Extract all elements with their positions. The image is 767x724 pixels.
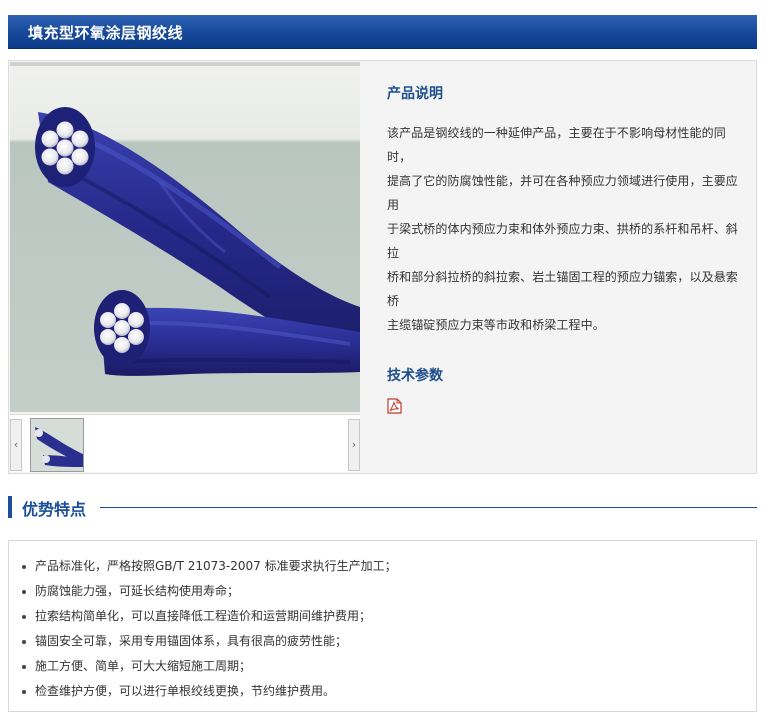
page-title: 填充型环氧涂层钢绞线 bbox=[28, 24, 184, 42]
steel-strand-illustration bbox=[10, 62, 360, 412]
thumbnail-image bbox=[31, 419, 83, 471]
description-line: 该产品是钢绞线的一种延伸产品，主要在于不影响母材性能的同时， bbox=[387, 126, 726, 164]
description-line: 提高了它的防腐蚀性能，并可在各种预应力领域进行使用，主要应用 bbox=[387, 174, 738, 212]
list-item: 防腐蚀能力强，可延长结构使用寿命； bbox=[21, 579, 397, 604]
description-text: 该产品是钢绞线的一种延伸产品，主要在于不影响母材性能的同时， 提高了它的防腐蚀性… bbox=[387, 121, 749, 337]
description-line: 桥和部分斜拉桥的斜拉索、岩土锚固工程的预应力锚索，以及悬索桥 bbox=[387, 270, 738, 308]
advantages-title: 优势特点 bbox=[22, 500, 87, 519]
list-item: 锚固安全可靠，采用专用锚固体系，具有很高的疲劳性能； bbox=[21, 629, 397, 654]
advantages-panel: 产品标准化，严格按照GB/T 21073-2007 标准要求执行生产加工； 防腐… bbox=[8, 540, 757, 712]
list-item: 施工方便、简单，可大大缩短施工周期； bbox=[21, 654, 397, 679]
page-title-bar: 填充型环氧涂层钢绞线 bbox=[8, 15, 757, 49]
advantages-header: 优势特点 bbox=[8, 494, 757, 520]
product-main-image bbox=[10, 62, 360, 412]
product-description: 产品说明 该产品是钢绞线的一种延伸产品，主要在于不影响母材性能的同时， 提高了它… bbox=[387, 83, 749, 414]
thumbnail-strip: ‹ › bbox=[10, 414, 360, 472]
gallery-prev-button[interactable]: ‹ bbox=[10, 419, 22, 471]
description-line: 主缆锚碇预应力束等市政和桥梁工程中。 bbox=[387, 318, 605, 332]
list-item: 拉索结构简单化，可以直接降低工程造价和运营期间维护费用； bbox=[21, 604, 397, 629]
gallery-next-button[interactable]: › bbox=[348, 419, 360, 471]
advantages-list: 产品标准化，严格按照GB/T 21073-2007 标准要求执行生产加工； 防腐… bbox=[21, 554, 397, 704]
section-accent-bar bbox=[8, 496, 12, 518]
list-item: 检查维护方便，可以进行单根绞线更换，节约维护费用。 bbox=[21, 679, 397, 704]
description-line: 于梁式桥的体内预应力束和体外预应力束、拱桥的系杆和吊杆、斜拉 bbox=[387, 222, 738, 260]
list-item: 产品标准化，严格按照GB/T 21073-2007 标准要求执行生产加工； bbox=[21, 554, 397, 579]
product-panel: ‹ › 产品说明 该产品是钢绞线的一种延伸产品，主要在于不影响母材性能的同时， … bbox=[8, 60, 757, 474]
product-thumbnail[interactable] bbox=[30, 418, 84, 472]
tech-params-title: 技术参数 bbox=[387, 368, 443, 384]
description-title: 产品说明 bbox=[387, 86, 443, 102]
pdf-icon[interactable] bbox=[387, 398, 402, 414]
section-divider bbox=[100, 507, 757, 508]
